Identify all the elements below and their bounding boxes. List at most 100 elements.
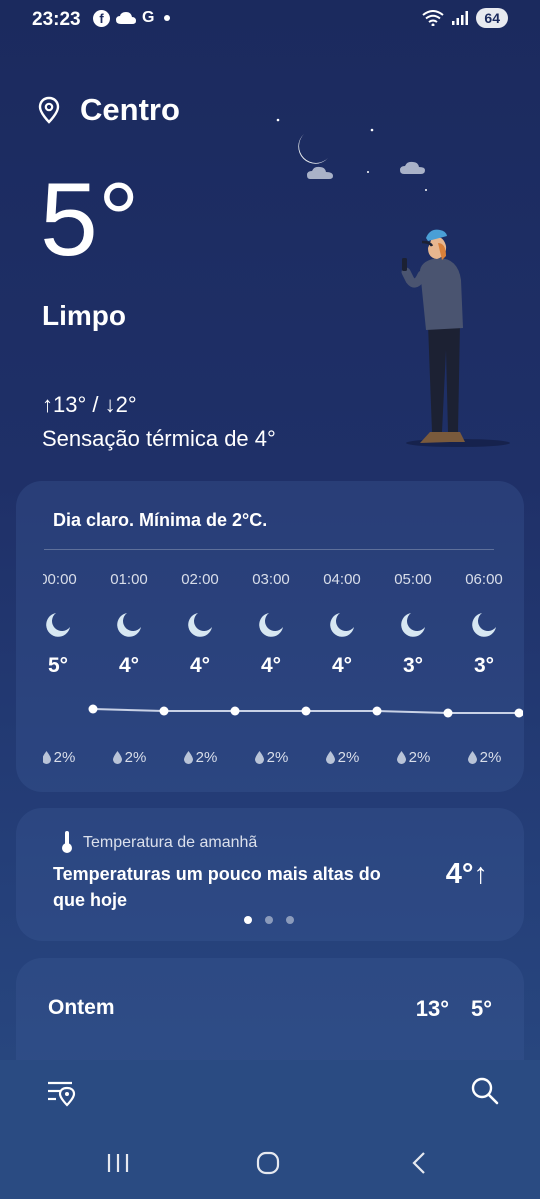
divider <box>44 549 494 550</box>
hour-column: 02:00 4° <box>165 571 235 678</box>
tomorrow-temperature-card[interactable]: Temperatura de amanhã Temperaturas um po… <box>16 808 524 941</box>
signal-icon <box>452 11 469 25</box>
hour-temperature: 4° <box>331 654 353 677</box>
moon-icon <box>398 610 428 640</box>
person-figure <box>401 229 465 443</box>
moon-icon <box>114 610 144 640</box>
precipitation-chance: 2% <box>236 749 306 766</box>
precipitation-chance: 2% <box>94 749 164 766</box>
hour-column: 00:00 5° <box>43 571 93 678</box>
raindrop-icon <box>43 749 54 766</box>
precipitation-value: 2% <box>337 749 360 766</box>
daily-summary: Dia claro. Mínima de 2°C. <box>53 510 268 530</box>
hour-time: 06:00 <box>465 571 503 588</box>
hour-time: 02:00 <box>181 571 219 588</box>
precipitation-chance: 2% <box>378 749 448 766</box>
hourly-scroll[interactable]: 00:00 5° 2% 01:00 4° 2% 02:00 4° 2% 03:00 4° 2% 04:0… <box>43 571 523 771</box>
back-icon[interactable] <box>405 1148 435 1178</box>
hour-time: 01:00 <box>110 571 148 588</box>
hour-column: 04:00 4° <box>307 571 377 678</box>
current-temperature: 5° <box>40 162 140 278</box>
yesterday-low: 5° <box>470 996 492 1021</box>
moon-icon <box>43 610 73 640</box>
raindrop-icon <box>396 749 409 766</box>
bottom-bar <box>0 1060 540 1199</box>
facebook-icon: f <box>93 9 110 27</box>
hour-time: 03:00 <box>252 571 290 588</box>
home-icon[interactable] <box>253 1148 283 1178</box>
tomorrow-label: Temperatura de amanhã <box>83 834 258 851</box>
precipitation-value: 2% <box>124 749 147 766</box>
temperature-point <box>88 704 98 714</box>
location-list-icon[interactable] <box>46 1076 78 1108</box>
hour-temperature: 3° <box>402 654 424 677</box>
raindrop-icon <box>183 749 196 766</box>
raindrop-icon <box>254 749 267 766</box>
hour-time: 00:00 <box>43 571 77 588</box>
page-dot[interactable] <box>244 916 252 924</box>
search-icon[interactable] <box>470 1076 500 1106</box>
stars <box>276 118 433 241</box>
google-icon: G <box>142 9 155 26</box>
hourly-forecast-card[interactable]: Dia claro. Mínima de 2°C. 00:00 5° 2% 01:00… <box>16 481 524 792</box>
system-navigation <box>0 1148 540 1178</box>
temperature-line-chart <box>88 704 523 718</box>
status-time: 23:23 <box>32 9 81 30</box>
hour-column: 05:00 3° <box>378 571 448 678</box>
high-low-temperature: ↑13° / ↓2° <box>42 392 137 417</box>
page-dot[interactable] <box>265 916 273 924</box>
precipitation-value: 2% <box>266 749 289 766</box>
hour-column: 06:00 3° <box>449 571 519 678</box>
moon-icon <box>185 610 215 640</box>
recents-icon[interactable] <box>103 1148 133 1178</box>
location-name: Centro <box>80 92 180 127</box>
wifi-icon <box>422 10 445 26</box>
precipitation-chance: 2% <box>43 749 93 766</box>
moon-icon <box>327 610 357 640</box>
feels-like: Sensação térmica de 4° <box>42 426 276 451</box>
hour-temperature: 4° <box>189 654 211 677</box>
hour-temperature: 3° <box>473 654 495 677</box>
location-pin-icon <box>38 96 60 124</box>
hour-temperature: 5° <box>47 654 69 677</box>
moon-shape <box>298 134 328 164</box>
hour-column: 03:00 4° <box>236 571 306 678</box>
current-condition: Limpo <box>42 300 126 331</box>
moon-icon <box>469 610 499 640</box>
temperature-point <box>372 706 382 716</box>
moon-icon <box>256 610 286 640</box>
hour-temperature: 4° <box>260 654 282 677</box>
hour-time: 05:00 <box>394 571 432 588</box>
page-dot[interactable] <box>286 916 294 924</box>
location-header[interactable]: Centro <box>38 92 180 128</box>
yesterday-high: 13° <box>415 996 449 1021</box>
yesterday-card[interactable]: Ontem 13° 5° <box>16 958 524 1068</box>
yesterday-label: Ontem <box>48 996 115 1019</box>
precipitation-value: 2% <box>479 749 502 766</box>
battery-indicator: 64 <box>476 8 508 28</box>
temperature-point <box>514 708 523 718</box>
tomorrow-description: Temperaturas um pouco mais altas do que … <box>53 864 381 910</box>
raindrop-icon <box>467 749 480 766</box>
small-cloud-right <box>400 161 425 174</box>
small-cloud-left <box>307 166 333 179</box>
night-illustration <box>276 118 510 447</box>
thermometer-icon <box>62 831 72 853</box>
notification-icons: f G <box>93 9 171 27</box>
temperature-point <box>159 706 169 716</box>
precipitation-value: 2% <box>195 749 218 766</box>
raindrop-icon <box>325 749 338 766</box>
raindrop-icon <box>112 749 125 766</box>
dot-icon <box>164 15 171 21</box>
temperature-point <box>301 706 311 716</box>
precipitation-value: 2% <box>408 749 431 766</box>
tomorrow-temperature: 4°↑ <box>445 858 488 890</box>
temperature-point <box>230 706 240 716</box>
status-right: 64 <box>422 8 508 28</box>
precipitation-value: 2% <box>53 749 76 766</box>
page-indicator <box>244 916 294 924</box>
cloud-icon <box>116 12 136 24</box>
temperature-point <box>443 708 453 718</box>
hour-time: 04:00 <box>323 571 361 588</box>
precipitation-chance: 2% <box>307 749 377 766</box>
